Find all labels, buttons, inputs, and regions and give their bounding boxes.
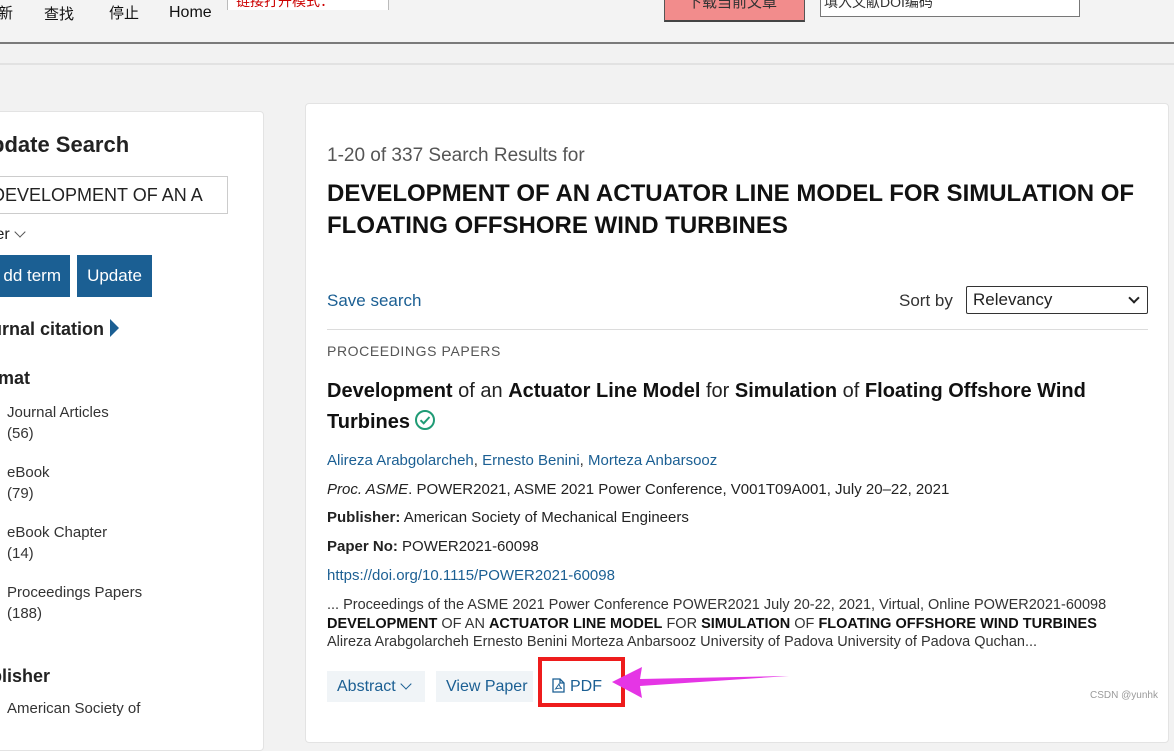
snippet-line: Alireza Arabgolarcheh Ernesto Benini Mor…: [327, 634, 1038, 650]
snippet-highlight: FLOATING OFFSHORE WIND TURBINES: [818, 615, 1097, 632]
view-paper-button[interactable]: View Paper: [436, 671, 533, 702]
citation-details: . POWER2021, ASME 2021 Power Conference,…: [408, 481, 950, 498]
author-link[interactable]: Morteza Anbarsooz: [588, 452, 717, 469]
journal-citation-link[interactable]: urnal citation: [0, 317, 120, 340]
update-search-sidebar: pdate Search DEVELOPMENT OF AN A ter dd …: [0, 111, 264, 751]
publisher-heading: blisher: [0, 666, 51, 686]
search-results-panel: 1-20 of 337 Search Results for DEVELOPME…: [305, 103, 1169, 743]
snippet-line: ... Proceedings of the ASME 2021 Power C…: [327, 597, 1107, 613]
title-text: of an: [452, 380, 509, 402]
facet-count: (188): [7, 605, 43, 622]
home-button[interactable]: Home: [169, 4, 212, 22]
citation-journal: Proc. ASME: [327, 481, 409, 498]
snippet-text: FOR: [662, 615, 702, 632]
find-button[interactable]: 查找: [44, 3, 74, 24]
query-title: DEVELOPMENT OF AN ACTUATOR LINE MODEL FO…: [327, 180, 1135, 239]
publisher-value: American Society of Mechanical Engineers: [400, 509, 689, 526]
link-mode-field[interactable]: 链接打开模式：: [227, 0, 389, 10]
chevron-down-icon: [14, 226, 26, 238]
doi-input-placeholder: 填入文献DOI编码: [824, 0, 933, 10]
title-highlight: Simulation: [734, 380, 838, 402]
abstract-label: Abstract: [337, 678, 396, 695]
filter-label: ter: [0, 226, 10, 243]
facet-label: eBook: [7, 464, 50, 481]
result-type-label: PROCEEDINGS PAPERS: [327, 343, 501, 359]
filter-dropdown[interactable]: ter: [0, 226, 26, 244]
format-heading: rmat: [0, 368, 31, 388]
snippet-text: OF: [790, 615, 819, 632]
stop-button[interactable]: 停止: [109, 2, 139, 23]
result-authors: Alireza Arabgolarcheh, Ernesto Benini, M…: [327, 452, 717, 469]
result-snippet: ... Proceedings of the ASME 2021 Power C…: [327, 596, 1157, 652]
update-button[interactable]: Update: [77, 255, 152, 297]
author-link[interactable]: Alireza Arabgolarcheh: [327, 452, 474, 469]
snippet-line: DEVELOPMENT OF AN ACTUATOR LINE MODEL FO…: [327, 615, 1157, 634]
chevron-down-icon: [400, 678, 412, 690]
doi-input[interactable]: 填入文献DOI编码: [820, 0, 1080, 17]
download-article-label: 下载当前文章: [687, 0, 778, 11]
doi-link[interactable]: https://doi.org/10.1115/POWER2021-60098: [327, 567, 615, 584]
snippet-highlight: SIMULATION: [701, 615, 791, 632]
author-separator: ,: [473, 452, 483, 469]
publisher-label: Publisher:: [327, 509, 401, 526]
sort-selected-value: Relevancy: [973, 290, 1053, 309]
facet-label: Journal Articles: [7, 404, 109, 421]
format-facet-proceedings-papers[interactable]: Proceedings Papers (188): [7, 582, 142, 624]
refresh-button[interactable]: 新: [0, 2, 13, 23]
author-separator: ,: [579, 452, 589, 469]
caret-right-icon: [110, 319, 120, 337]
update-search-title: pdate Search: [0, 132, 130, 157]
result-paper-number: Paper No: POWER2021-60098: [327, 538, 539, 555]
result-citation: Proc. ASME. POWER2021, ASME 2021 Power C…: [327, 481, 949, 498]
chevron-down-icon: [1128, 292, 1140, 304]
result-publisher: Publisher: American Society of Mechanica…: [327, 509, 689, 526]
search-input[interactable]: DEVELOPMENT OF AN A: [0, 176, 228, 214]
format-facet-ebook[interactable]: eBook (79): [7, 462, 50, 504]
paperno-label: Paper No:: [327, 538, 398, 555]
format-facet-journal-articles[interactable]: Journal Articles (56): [7, 402, 109, 444]
facet-label: eBook Chapter: [7, 524, 108, 541]
format-facet-ebook-chapter[interactable]: eBook Chapter (14): [7, 522, 107, 564]
browser-toolbar: 新 查找 停止 Home 链接打开模式： 下载当前文章 填入文献DOI编码: [0, 0, 1174, 44]
save-search-link[interactable]: Save search: [327, 291, 422, 311]
download-article-button[interactable]: 下载当前文章: [664, 0, 805, 22]
add-term-button[interactable]: dd term: [0, 255, 70, 297]
paperno-value: POWER2021-60098: [397, 538, 539, 555]
publisher-facet-asme[interactable]: American Society of: [7, 700, 140, 717]
toolbar-divider: [0, 63, 1174, 65]
abstract-toggle-button[interactable]: Abstract: [327, 671, 425, 702]
title-text: for: [700, 380, 735, 402]
title-highlight: Development: [327, 380, 453, 402]
journal-citation-label: urnal citation: [0, 319, 105, 339]
sort-select[interactable]: Relevancy: [966, 286, 1148, 314]
facet-count: (79): [7, 485, 34, 502]
result-title-link[interactable]: Development of an Actuator Line Model fo…: [327, 376, 1147, 438]
watermark: CSDN @yunhk: [1090, 690, 1158, 701]
results-divider: [327, 329, 1148, 330]
author-link[interactable]: Ernesto Benini: [482, 452, 580, 469]
facet-count: (14): [7, 545, 34, 562]
snippet-highlight: ACTUATOR LINE MODEL: [488, 615, 663, 632]
sort-label: Sort by: [899, 291, 953, 310]
title-highlight: Actuator Line Model: [508, 380, 701, 402]
snippet-highlight: DEVELOPMENT: [327, 615, 438, 632]
facet-count: (56): [7, 425, 34, 442]
results-count: 1-20 of 337 Search Results for: [327, 145, 585, 166]
pdf-highlight-box: [538, 657, 625, 707]
link-mode-text: 链接打开模式：: [236, 0, 334, 9]
title-text: of: [837, 380, 865, 402]
snippet-text: OF AN: [437, 615, 489, 632]
facet-label: Proceedings Papers: [7, 584, 143, 601]
verified-check-icon: [414, 409, 435, 430]
